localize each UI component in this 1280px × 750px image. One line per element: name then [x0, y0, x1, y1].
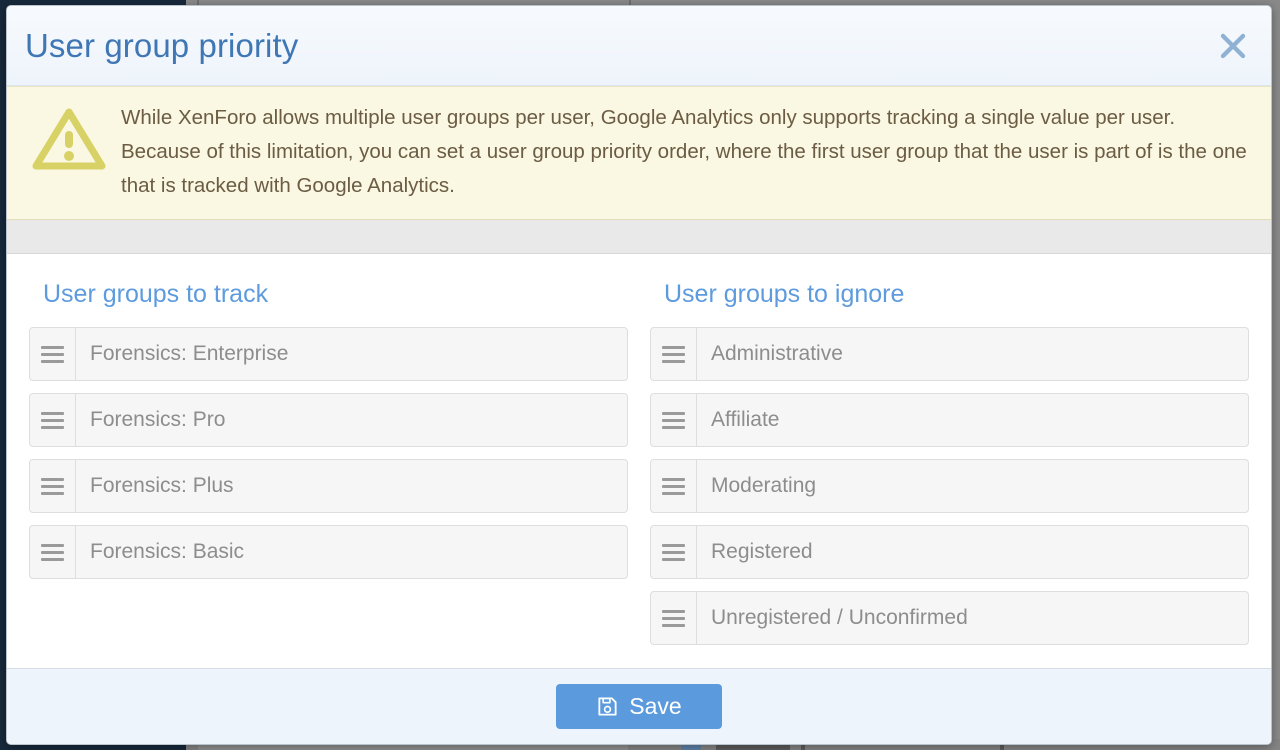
- list-item-label: Forensics: Basic: [76, 526, 244, 578]
- drag-handle-icon[interactable]: [30, 460, 76, 512]
- list-item-label: Forensics: Plus: [76, 460, 234, 512]
- list-item[interactable]: Unregistered / Unconfirmed: [650, 591, 1249, 645]
- column-user-groups-to-ignore: User groups to ignore Administrative Aff…: [650, 280, 1249, 658]
- list-item-label: Forensics: Pro: [76, 394, 225, 446]
- dialog-separator-band: [7, 220, 1271, 254]
- list-item[interactable]: Administrative: [650, 327, 1249, 381]
- drag-handle-icon[interactable]: [651, 394, 697, 446]
- list-item-label: Registered: [697, 526, 813, 578]
- drag-handle-icon[interactable]: [651, 328, 697, 380]
- list-item[interactable]: Forensics: Basic: [29, 525, 628, 579]
- list-item[interactable]: Moderating: [650, 459, 1249, 513]
- list-item[interactable]: Forensics: Enterprise: [29, 327, 628, 381]
- dialog-header: User group priority: [7, 6, 1271, 86]
- list-item[interactable]: Forensics: Plus: [29, 459, 628, 513]
- warning-triangle-icon: [31, 106, 107, 177]
- list-item[interactable]: Registered: [650, 525, 1249, 579]
- list-item-label: Unregistered / Unconfirmed: [697, 592, 968, 644]
- sortable-list-ignore[interactable]: Administrative Affiliate Moderating Regi…: [650, 327, 1249, 645]
- list-item[interactable]: Forensics: Pro: [29, 393, 628, 447]
- drag-handle-icon[interactable]: [651, 460, 697, 512]
- save-button[interactable]: Save: [556, 684, 721, 729]
- column-title-track: User groups to track: [43, 280, 628, 309]
- drag-handle-icon[interactable]: [30, 526, 76, 578]
- save-button-label: Save: [629, 693, 681, 720]
- drag-handle-icon[interactable]: [30, 328, 76, 380]
- drag-handle-icon[interactable]: [651, 592, 697, 644]
- list-item[interactable]: Affiliate: [650, 393, 1249, 447]
- drag-handle-icon[interactable]: [30, 394, 76, 446]
- floppy-disk-icon: [596, 695, 619, 718]
- warning-notice: While XenForo allows multiple user group…: [7, 86, 1271, 220]
- list-item-label: Forensics: Enterprise: [76, 328, 288, 380]
- list-item-label: Affiliate: [697, 394, 780, 446]
- dialog-title: User group priority: [25, 27, 298, 65]
- notice-text: While XenForo allows multiple user group…: [121, 101, 1251, 203]
- user-group-priority-dialog: User group priority While XenForo allows…: [6, 5, 1272, 745]
- sortable-list-track[interactable]: Forensics: Enterprise Forensics: Pro For…: [29, 327, 628, 579]
- drag-handle-icon[interactable]: [651, 526, 697, 578]
- close-icon[interactable]: [1211, 24, 1255, 68]
- dialog-footer: Save: [7, 668, 1271, 744]
- column-title-ignore: User groups to ignore: [664, 280, 1249, 309]
- dialog-body: User groups to track Forensics: Enterpri…: [7, 254, 1271, 668]
- column-user-groups-to-track: User groups to track Forensics: Enterpri…: [29, 280, 628, 658]
- list-item-label: Moderating: [697, 460, 816, 512]
- list-item-label: Administrative: [697, 328, 843, 380]
